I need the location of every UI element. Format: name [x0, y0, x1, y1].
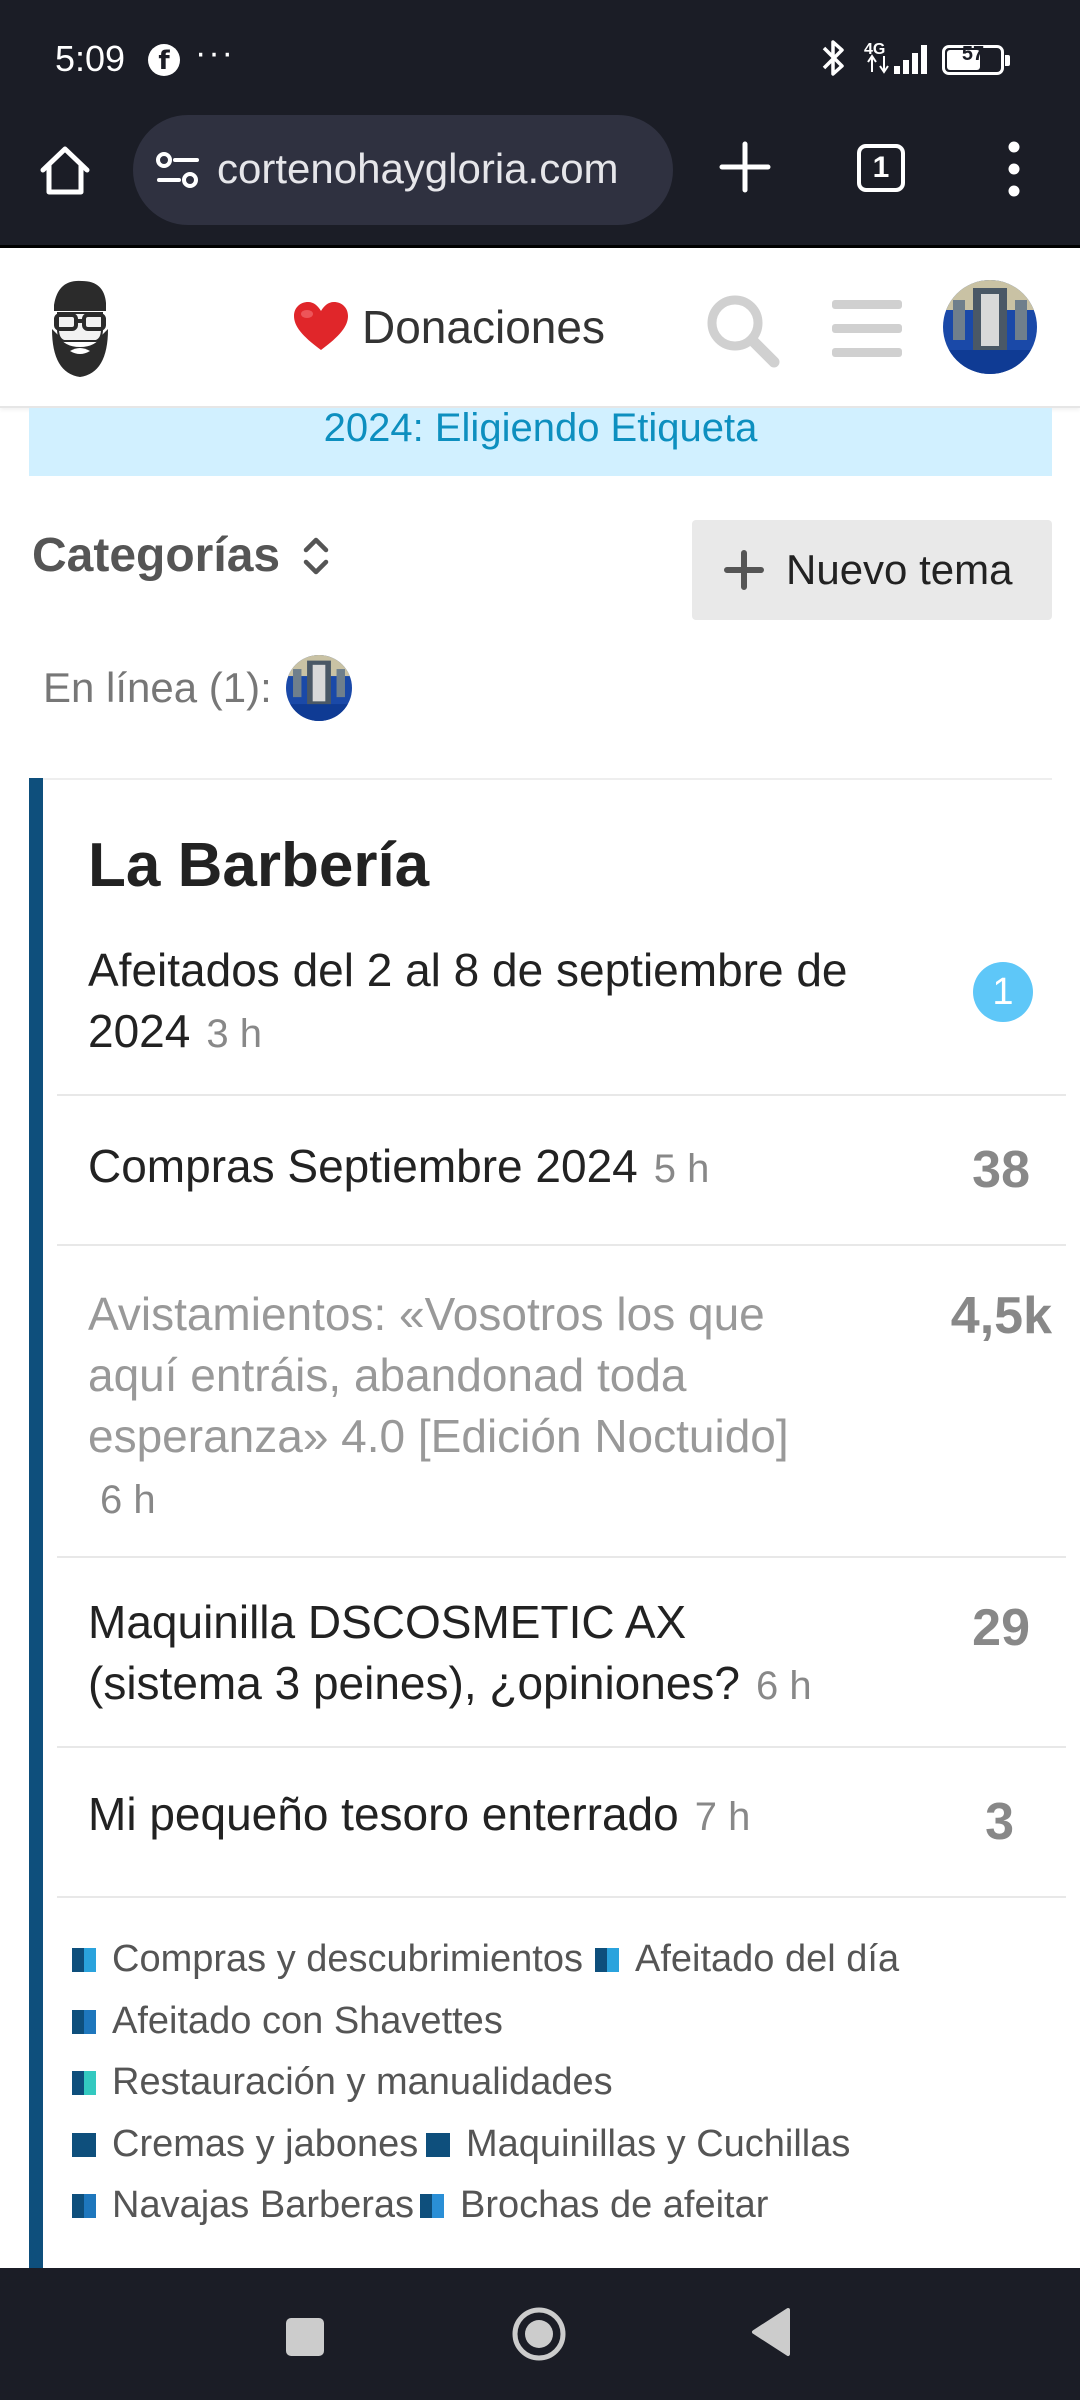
url-text[interactable]: cortenohaygloria.com — [217, 145, 619, 193]
status-bar: 5:09 f ··· 4G 57 — [0, 0, 1080, 110]
back-icon[interactable] — [748, 2306, 794, 2358]
recents-icon[interactable] — [286, 2318, 324, 2356]
topic-title[interactable]: Compras Septiembre 2024 5 h — [88, 1136, 948, 1200]
new-topic-button[interactable]: Nuevo tema — [692, 520, 1052, 620]
topic-age: 5 h — [653, 1147, 710, 1191]
subcategory-label[interactable]: Compras y descubrimientos — [112, 1938, 583, 1981]
topic-row[interactable]: Compras Septiembre 2024 5 h 38 — [57, 1096, 1066, 1246]
subcategory-link[interactable]: Maquinillas y Cuchillas — [426, 2123, 850, 2166]
bluetooth-icon — [822, 40, 844, 76]
online-user-avatar[interactable] — [285, 655, 352, 721]
topic-reply-count: 4,5k — [950, 1287, 1052, 1345]
topic-title-line[interactable]: Compras Septiembre 2024 — [88, 1140, 638, 1192]
subcategory-color-icon — [426, 2132, 450, 2157]
topic-title-line[interactable]: (sistema 3 peines), ¿opiniones? — [88, 1657, 740, 1709]
subcategory-label[interactable]: Navajas Barberas — [112, 2184, 414, 2227]
topic-title[interactable]: Mi pequeño tesoro enterrado 7 h — [88, 1784, 948, 1848]
category-block: La Barbería Afeitados del 2 al 8 de sept… — [29, 778, 1066, 2268]
topic-row[interactable]: Avistamientos: «Vosotros los que aquí en… — [57, 1246, 1066, 1558]
subcategory-color-icon — [72, 2193, 96, 2218]
subcategory-color-icon — [420, 2193, 444, 2218]
search-icon[interactable] — [702, 290, 782, 370]
subcategory-color-icon — [72, 1947, 96, 1972]
site-settings-icon[interactable] — [155, 150, 201, 190]
topic-title[interactable]: Avistamientos: «Vosotros los que aquí en… — [88, 1284, 948, 1531]
donate-label[interactable]: Donaciones — [362, 300, 605, 354]
tab-switcher-button[interactable]: 1 — [857, 144, 905, 192]
subcategory-label[interactable]: Cremas y jabones — [112, 2123, 418, 2166]
online-label: En línea (1): — [43, 664, 272, 711]
hamburger-menu-icon[interactable] — [832, 298, 902, 358]
topic-row[interactable]: Maquinilla DSCOSMETIC AX (sistema 3 pein… — [57, 1558, 1066, 1748]
avatar-image — [943, 280, 1037, 374]
heart-icon — [294, 302, 348, 350]
avatar-image — [285, 655, 352, 721]
status-time: 5:09 — [55, 38, 126, 79]
subcategory-link[interactable]: Cremas y jabones — [72, 2123, 418, 2166]
user-avatar[interactable] — [943, 280, 1037, 374]
battery-level: 57 — [961, 43, 985, 65]
topic-row[interactable]: Afeitados del 2 al 8 de septiembre de 20… — [57, 918, 1066, 1096]
network-type-label: 4G — [864, 41, 885, 58]
subcategory-label[interactable]: Maquinillas y Cuchillas — [466, 2123, 850, 2166]
subcategory-color-icon — [72, 2132, 96, 2157]
subcategory-label[interactable]: Restauración y manualidades — [112, 2061, 613, 2104]
announcement-banner[interactable]: 2024: Eligiendo Etiqueta — [29, 408, 1052, 476]
chevron-up-down-icon — [303, 537, 329, 574]
categories-label[interactable]: Categorías — [32, 528, 280, 583]
categories-dropdown[interactable]: Categorías — [32, 528, 334, 583]
subcategory-color-icon — [72, 2070, 96, 2095]
home-button-icon[interactable] — [509, 2304, 569, 2364]
topic-title-line[interactable]: Afeitados del 2 al 8 de septiembre de — [88, 944, 848, 996]
subcategory-link[interactable]: Brochas de afeitar — [420, 2184, 768, 2227]
topic-age: 6 h — [756, 1664, 812, 1708]
topic-title-line[interactable]: Mi pequeño tesoro enterrado — [88, 1788, 679, 1840]
donate-link[interactable]: Donaciones — [292, 294, 605, 360]
subcategory-color-icon — [595, 1947, 619, 1972]
address-bar[interactable]: cortenohaygloria.com — [133, 115, 673, 225]
browser-toolbar: cortenohaygloria.com 1 — [0, 110, 1080, 248]
home-icon[interactable] — [35, 140, 95, 200]
online-users: En línea (1): — [43, 655, 352, 721]
site-header: Donaciones — [0, 248, 1080, 408]
subcategory-label[interactable]: Brochas de afeitar — [460, 2184, 768, 2227]
new-topic-label[interactable]: Nuevo tema — [786, 546, 1012, 594]
topic-row[interactable]: Mi pequeño tesoro enterrado 7 h 3 — [57, 1748, 1066, 1898]
subcategory-label[interactable]: Afeitado con Shavettes — [112, 2000, 503, 2043]
topic-reply-count: 38 — [972, 1141, 1030, 1199]
topic-title-line[interactable]: aquí entráis, abandonad toda — [88, 1349, 687, 1401]
topic-age: 6 h — [100, 1478, 156, 1522]
new-posts-badge[interactable]: 1 — [973, 962, 1033, 1022]
subcategory-link[interactable]: Afeitado con Shavettes — [72, 2000, 503, 2043]
new-tab-icon[interactable] — [718, 140, 772, 194]
topic-title-line[interactable]: Avistamientos: «Vosotros los que — [88, 1288, 765, 1340]
facebook-notification-icon: f — [148, 44, 180, 76]
topic-age: 3 h — [206, 1012, 262, 1056]
topic-title[interactable]: Afeitados del 2 al 8 de septiembre de 20… — [88, 940, 948, 1065]
subcategory-link[interactable]: Restauración y manualidades — [72, 2061, 613, 2104]
topic-title-line[interactable]: Maquinilla DSCOSMETIC AX — [88, 1596, 686, 1648]
subcategory-color-icon — [72, 2009, 96, 2034]
topic-title[interactable]: Maquinilla DSCOSMETIC AX (sistema 3 pein… — [88, 1592, 948, 1717]
plus-icon — [724, 550, 764, 590]
subcategory-link[interactable]: Navajas Barberas — [72, 2184, 414, 2227]
topic-reply-count: 3 — [985, 1793, 1014, 1851]
category-title[interactable]: La Barbería — [88, 830, 429, 901]
banner-text[interactable]: 2024: Eligiendo Etiqueta — [29, 408, 1052, 451]
system-navigation-bar — [0, 2268, 1080, 2400]
overflow-menu-icon[interactable] — [1000, 140, 1028, 198]
subcategory-link[interactable]: Compras y descubrimientos — [72, 1938, 583, 1981]
more-notifications-icon: ··· — [195, 34, 235, 72]
subcategory-link[interactable]: Afeitado del día — [595, 1938, 899, 1981]
topic-title-line[interactable]: 2024 — [88, 1005, 190, 1057]
subcategory-label[interactable]: Afeitado del día — [635, 1938, 899, 1981]
site-logo[interactable] — [40, 273, 120, 383]
signal-icon: 4G — [864, 41, 927, 74]
topic-age: 7 h — [694, 1795, 751, 1839]
topic-reply-count: 29 — [972, 1599, 1030, 1657]
topic-title-line[interactable]: esperanza» 4.0 [Edición Noctuido] — [88, 1410, 789, 1462]
